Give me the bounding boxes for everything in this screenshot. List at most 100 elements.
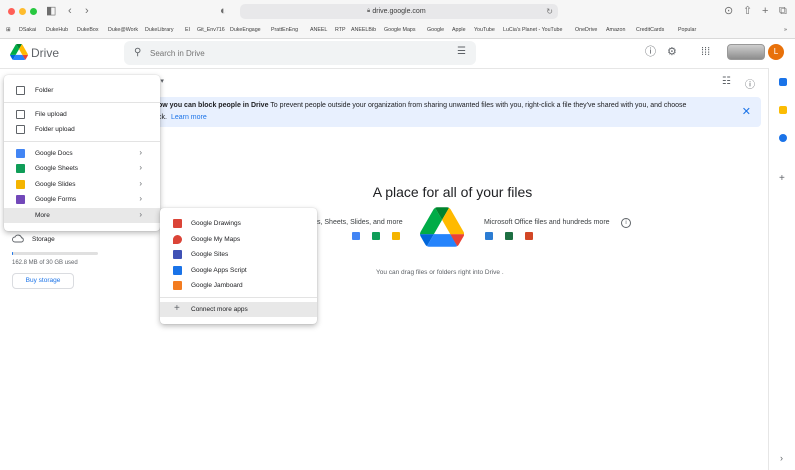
menu-item-folder[interactable]: Folder (4, 83, 160, 98)
menu-item-connect-more-apps[interactable]: + Connect more apps (160, 302, 317, 317)
menu-item-label: Google Drawings (191, 220, 241, 227)
calendar-addon-icon[interactable] (779, 78, 787, 86)
search-input[interactable] (150, 46, 430, 60)
menu-item-google-docs[interactable]: Google Docs › (4, 146, 160, 161)
search-options-icon[interactable]: ☰ (457, 46, 466, 57)
menu-item-label: Google Slides (35, 181, 76, 188)
search-bar[interactable]: ⚲ ☰ (124, 41, 476, 65)
bookmark-item[interactable]: Google (427, 27, 444, 34)
bookmark-item[interactable]: Git_Env716 (197, 27, 225, 34)
menu-item-label: File upload (35, 111, 67, 118)
menu-item-label: Connect more apps (191, 306, 248, 313)
menu-item-folder-upload[interactable]: Folder upload (4, 122, 160, 137)
drive-brand-title[interactable]: Drive (31, 46, 59, 60)
bookmark-item[interactable]: Popular (678, 27, 696, 34)
tasks-addon-icon[interactable] (779, 134, 787, 142)
menu-item-more[interactable]: More › (4, 208, 160, 223)
bookmark-item[interactable]: ANEELBib (351, 27, 376, 34)
buy-storage-button[interactable]: Buy storage (12, 273, 74, 289)
share-icon[interactable]: ⇧ (743, 5, 752, 17)
privacy-shield-icon[interactable]: ◐ (220, 5, 227, 17)
tab-overview-icon[interactable]: ⧉ (779, 5, 787, 17)
storage-label[interactable]: Storage (32, 236, 55, 243)
bookmark-item[interactable]: RTP (335, 27, 346, 34)
menu-item-label: More (35, 212, 50, 219)
url-text: drive.google.com (372, 8, 426, 15)
plus-icon: + (174, 303, 180, 314)
docs-mini-icon (352, 232, 360, 240)
bookmark-item[interactable]: DukeHub (46, 27, 68, 34)
address-bar[interactable]: 🔒︎ drive.google.com ↻ (240, 4, 558, 19)
bookmark-item[interactable]: CreditCards (636, 27, 664, 34)
google-my-maps-icon (173, 235, 182, 244)
bookmark-item[interactable]: YouTube (474, 27, 495, 34)
bookmark-item[interactable]: DukeEngage (230, 27, 261, 34)
menu-item-label: Google Jamboard (191, 282, 243, 289)
google-sites-icon (173, 250, 182, 259)
new-item-menu: Folder File upload Folder upload Google … (4, 75, 160, 231)
menu-item-label: Google Apps Script (191, 267, 247, 274)
sidebar-icon[interactable]: ◧ (46, 5, 56, 17)
bookmark-item[interactable]: Google Maps (384, 27, 416, 34)
organization-logo[interactable] (727, 44, 765, 60)
bookmark-item[interactable]: ANEEL (310, 27, 327, 34)
bookmark-item[interactable]: Amazon (606, 27, 625, 34)
add-addon-icon[interactable]: + (779, 173, 785, 184)
menu-item-file-upload[interactable]: File upload (4, 107, 160, 122)
menu-item-google-sites[interactable]: Google Sites (160, 247, 317, 262)
chevron-right-icon: › (139, 163, 142, 172)
details-info-icon[interactable]: ⓘ (745, 76, 755, 91)
settings-gear-icon[interactable]: ⚙ (667, 46, 677, 58)
banner-heading: ow you can block people in Drive (158, 102, 269, 109)
bookmark-item[interactable]: DSakai (19, 27, 36, 34)
minimize-window-button[interactable] (19, 8, 26, 15)
lock-icon: 🔒︎ (367, 8, 371, 14)
drive-logo-icon[interactable] (10, 44, 28, 60)
storage-used-text: 162.8 MB of 30 GB used (12, 260, 78, 266)
bookmark-item[interactable]: EI (185, 27, 190, 34)
back-icon[interactable]: ‹ (68, 5, 72, 17)
bookmarks-grid-icon[interactable]: ⊞ (6, 27, 10, 34)
downloads-icon[interactable]: ⊙ (724, 5, 733, 17)
more-bookmarks-icon[interactable]: » (784, 27, 787, 34)
menu-item-google-apps-script[interactable]: Google Apps Script (160, 263, 317, 278)
new-tab-icon[interactable]: + (762, 5, 768, 17)
bookmark-item[interactable]: OneDrive (575, 27, 597, 34)
collapse-panel-icon[interactable]: › (780, 453, 783, 463)
menu-item-google-my-maps[interactable]: Google My Maps (160, 232, 317, 247)
bookmark-item[interactable]: Apple (452, 27, 466, 34)
close-window-button[interactable] (8, 8, 15, 15)
folder-upload-icon (16, 125, 25, 134)
menu-item-google-slides[interactable]: Google Slides › (4, 177, 160, 192)
menu-item-google-forms[interactable]: Google Forms › (4, 192, 160, 207)
zoom-window-button[interactable] (30, 8, 37, 15)
close-icon[interactable]: ✕ (742, 105, 751, 118)
menu-item-label: Folder upload (35, 126, 75, 133)
apps-grid-icon[interactable]: ⁞⁞⁞ (701, 46, 710, 58)
learn-more-link[interactable]: Learn more (171, 114, 207, 121)
chevron-right-icon: › (139, 194, 142, 203)
menu-item-label: Google Forms (35, 196, 77, 203)
folder-plus-icon (16, 86, 25, 95)
list-view-icon[interactable]: ☷ (722, 76, 731, 87)
account-avatar[interactable]: L (768, 44, 784, 60)
search-icon[interactable]: ⚲ (134, 47, 141, 58)
bookmarks-bar: ⊞ DSakai DukeHub DukeBox Duke@Work DukeL… (0, 23, 795, 39)
keep-addon-icon[interactable] (779, 106, 787, 114)
bookmark-item[interactable]: DukeLibrary (145, 27, 174, 34)
info-icon[interactable]: i (621, 218, 631, 228)
reload-icon[interactable]: ↻ (546, 4, 553, 19)
help-icon[interactable]: ⓘ (645, 46, 656, 58)
bookmark-item[interactable]: Duke@Work (108, 27, 138, 34)
drag-hint-text: You can drag files or folders right into… (376, 269, 504, 276)
menu-item-google-jamboard[interactable]: Google Jamboard (160, 278, 317, 293)
bookmark-item[interactable]: PrattEnEng (271, 27, 298, 34)
google-sheets-icon (16, 164, 25, 173)
bookmark-item[interactable]: LuCia's Planet - YouTube (503, 27, 562, 34)
banner-line-2: ck. Learn more (158, 114, 207, 121)
forward-icon[interactable]: › (85, 5, 89, 17)
cloud-icon (12, 234, 24, 243)
bookmark-item[interactable]: DukeBox (77, 27, 99, 34)
menu-item-google-drawings[interactable]: Google Drawings (160, 216, 317, 231)
menu-item-google-sheets[interactable]: Google Sheets › (4, 161, 160, 176)
